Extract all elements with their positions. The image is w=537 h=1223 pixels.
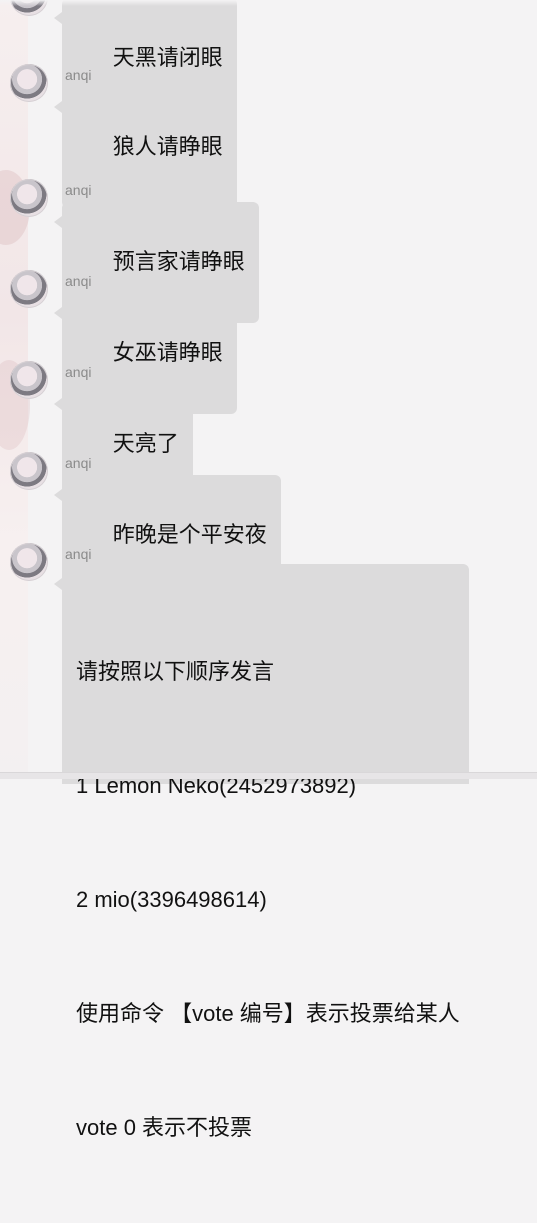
avatar[interactable] [10, 270, 48, 308]
chat-message-list[interactable]: 天黑请闭眼 anqi 狼人请睁眼 anqi 预言家请睁眼 anqi 女巫请睁眼 … [0, 0, 537, 1140]
message-text: 女巫请睁眼 [112, 340, 223, 365]
message-text: 预言家请睁眼 [112, 249, 245, 274]
avatar[interactable] [10, 452, 48, 490]
message-text: 昨晚是个平安夜 [112, 522, 267, 547]
message-line: 2 mio(3396498614) [76, 887, 267, 912]
message-line: 请按照以下顺序发言 [76, 659, 275, 684]
top-fade [0, 0, 537, 6]
message-line: vote 0 表示不投票 [76, 1115, 253, 1140]
sender-name: anqi [65, 273, 92, 289]
message-bubble[interactable]: 请按照以下顺序发言 1 Lemon Neko(2452973892) 2 mio… [54, 564, 469, 1140]
sender-name: anqi [65, 182, 92, 198]
avatar[interactable] [10, 361, 48, 399]
input-area-edge [0, 772, 537, 779]
avatar[interactable] [10, 543, 48, 581]
message-text: 狼人请睁眼 [112, 134, 223, 159]
message-text: 天亮了 [112, 431, 179, 456]
sender-name: anqi [65, 546, 92, 562]
avatar[interactable] [10, 179, 48, 217]
sender-name: anqi [65, 67, 92, 83]
sender-name: anqi [65, 455, 92, 471]
sender-name: anqi [65, 364, 92, 380]
message-line: 使用命令 【vote 编号】表示投票给某人 [76, 1001, 460, 1026]
avatar[interactable] [10, 64, 48, 102]
message-text: 天黑请闭眼 [112, 45, 223, 70]
